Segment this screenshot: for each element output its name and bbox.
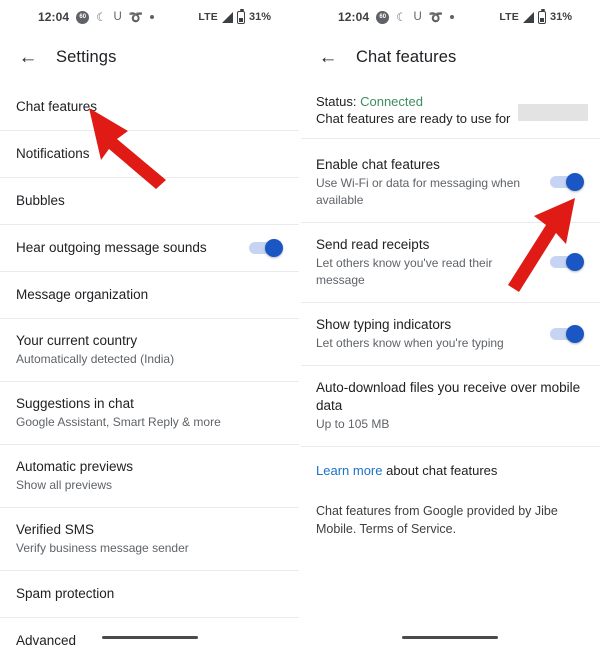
sidebar-item-hear-outgoing-message-sounds[interactable]: Hear outgoing message sounds — [0, 225, 299, 272]
list-item-subtitle: Let others know when you're typing — [316, 335, 504, 350]
list-item-title: Enable chat features — [316, 157, 440, 172]
settings-app-bar: ← Settings — [0, 34, 299, 80]
status-bar-clock: 12:04 — [338, 10, 370, 24]
status-bar-clock: 12:04 — [38, 10, 70, 24]
list-item-title: Spam protection — [16, 585, 115, 601]
list-item-subtitle: Verify business message sender — [16, 541, 189, 556]
sidebar-item-suggestions-in-chat[interactable]: Suggestions in chat Google Assistant, Sm… — [0, 382, 299, 446]
settings-list: Chat features Notifications Bubbles Hear… — [0, 80, 299, 646]
list-item-subtitle: Automatically detected (India) — [16, 352, 175, 367]
sidebar-item-notifications[interactable]: Notifications — [0, 131, 299, 178]
chat-features-app-bar: ← Chat features — [300, 34, 600, 80]
battery-percent-label: 31% — [248, 11, 271, 23]
network-type-label: LTE — [499, 11, 519, 23]
toggle-thumb — [566, 173, 584, 192]
list-item-title: Send read receipts — [316, 236, 430, 252]
crescent-moon-icon: ☾ — [96, 12, 107, 24]
page-title: Settings — [56, 47, 117, 66]
swirl-icon: ➰ — [428, 12, 444, 24]
chat-features-screen: 12:04 60 ☾ U ➰ LTE 31% ← Chat features S… — [300, 0, 600, 646]
back-arrow-icon[interactable]: ← — [314, 43, 342, 71]
list-item-title: Notifications — [16, 145, 90, 161]
sidebar-item-chat-features[interactable]: Chat features — [0, 84, 299, 131]
u-icon: U — [413, 11, 422, 23]
toggle-hear-outgoing-message-sounds[interactable] — [249, 239, 283, 257]
list-item-subtitle: Up to 105 MB — [316, 417, 390, 432]
toggle-enable-chat-features[interactable] — [550, 173, 584, 192]
list-item-title: Suggestions in chat — [16, 396, 134, 412]
battery-icon — [537, 8, 546, 24]
status-bar-left: 12:04 60 ☾ U ➰ LTE 31% — [0, 0, 299, 34]
status-bar-right: 12:04 60 ☾ U ➰ LTE 31% — [300, 0, 600, 34]
list-item-subtitle: Use Wi-Fi or data for messaging when ava… — [316, 176, 521, 208]
list-item-title: Chat features — [16, 98, 98, 114]
status-label: Status: — [316, 94, 357, 109]
crescent-moon-icon: ☾ — [396, 12, 407, 24]
dot-icon — [150, 15, 155, 19]
setting-auto-download-files[interactable]: Auto-download files you receive over mob… — [300, 366, 600, 447]
sidebar-item-verified-sms[interactable]: Verified SMS Verify business message sen… — [0, 508, 299, 572]
toggle-send-read-receipts[interactable] — [550, 253, 584, 272]
sidebar-item-message-organization[interactable]: Message organization — [0, 272, 299, 319]
status-value: Connected — [360, 94, 423, 109]
list-item-subtitle: Let others know you've read their messag… — [316, 256, 493, 287]
battery-icon — [236, 8, 245, 24]
list-item-title: Show typing indicators — [316, 316, 452, 332]
setting-send-read-receipts[interactable]: Send read receipts Let others know you'v… — [300, 223, 600, 303]
signal-strength-icon — [221, 11, 233, 23]
list-item-title: Bubbles — [16, 192, 65, 208]
badge-icon: 60 — [376, 10, 390, 24]
battery-percent-label: 31% — [549, 11, 572, 23]
setting-show-typing-indicators[interactable]: Show typing indicators Let others know w… — [300, 303, 600, 366]
screenshot-divider — [299, 0, 301, 646]
network-type-label: LTE — [198, 11, 218, 23]
back-arrow-icon[interactable]: ← — [14, 43, 42, 71]
badge-icon: 60 — [76, 10, 90, 24]
signal-strength-icon — [522, 11, 534, 23]
page-title: Chat features — [356, 47, 457, 66]
sidebar-item-spam-protection[interactable]: Spam protection — [0, 571, 299, 619]
list-item-title: Message organization — [16, 286, 149, 302]
redacted-phone-number — [518, 104, 588, 121]
toggle-thumb — [566, 324, 584, 343]
learn-more-block: Learn more about chat features — [300, 447, 600, 486]
sidebar-item-automatic-previews[interactable]: Automatic previews Show all previews — [0, 445, 299, 509]
u-icon: U — [113, 11, 122, 23]
status-bar-right-group: LTE 31% — [499, 8, 586, 24]
list-item-title: Your current country — [16, 333, 138, 348]
status-bar-left-group: 12:04 60 ☾ U ➰ — [314, 10, 455, 24]
status-bar-right-group: LTE 31% — [198, 8, 285, 24]
list-item-title: Automatic previews — [16, 459, 134, 475]
sidebar-item-bubbles[interactable]: Bubbles — [0, 178, 299, 225]
learn-more-rest: about chat features — [382, 462, 498, 478]
status-bar-left-group: 12:04 60 ☾ U ➰ — [14, 10, 155, 24]
connection-status-block: Status: Connected Chat features are read… — [300, 80, 600, 139]
toggle-show-typing-indicators[interactable] — [550, 324, 584, 343]
list-item-title: Hear outgoing message sounds — [16, 239, 207, 255]
chat-features-list: Enable chat features Use Wi-Fi or data f… — [300, 139, 600, 447]
list-item-title: Verified SMS — [16, 522, 95, 538]
sidebar-item-advanced[interactable]: Advanced — [0, 618, 299, 646]
dual-screenshot-container: 12:04 60 ☾ U ➰ LTE 31% ← Settings Chat f… — [0, 0, 600, 646]
swirl-icon: ➰ — [128, 12, 144, 24]
toggle-thumb — [566, 253, 584, 272]
navigation-pill-left[interactable] — [101, 636, 198, 639]
setting-enable-chat-features[interactable]: Enable chat features Use Wi-Fi or data f… — [300, 143, 600, 223]
navigation-pill-right[interactable] — [402, 636, 498, 639]
toggle-thumb — [265, 239, 283, 257]
sidebar-item-your-current-country[interactable]: Your current country Automatically detec… — [0, 319, 299, 383]
dot-icon — [450, 15, 455, 19]
list-item-title: Auto-download files you receive over mob… — [316, 379, 581, 413]
list-item-subtitle: Google Assistant, Smart Reply & more — [16, 415, 221, 430]
settings-screen: 12:04 60 ☾ U ➰ LTE 31% ← Settings Chat f… — [0, 0, 300, 646]
list-item-subtitle: Show all previews — [16, 478, 113, 493]
provider-footer-text: Chat features from Google provided by Ji… — [316, 503, 558, 536]
learn-more-link[interactable]: Learn more — [316, 463, 382, 478]
